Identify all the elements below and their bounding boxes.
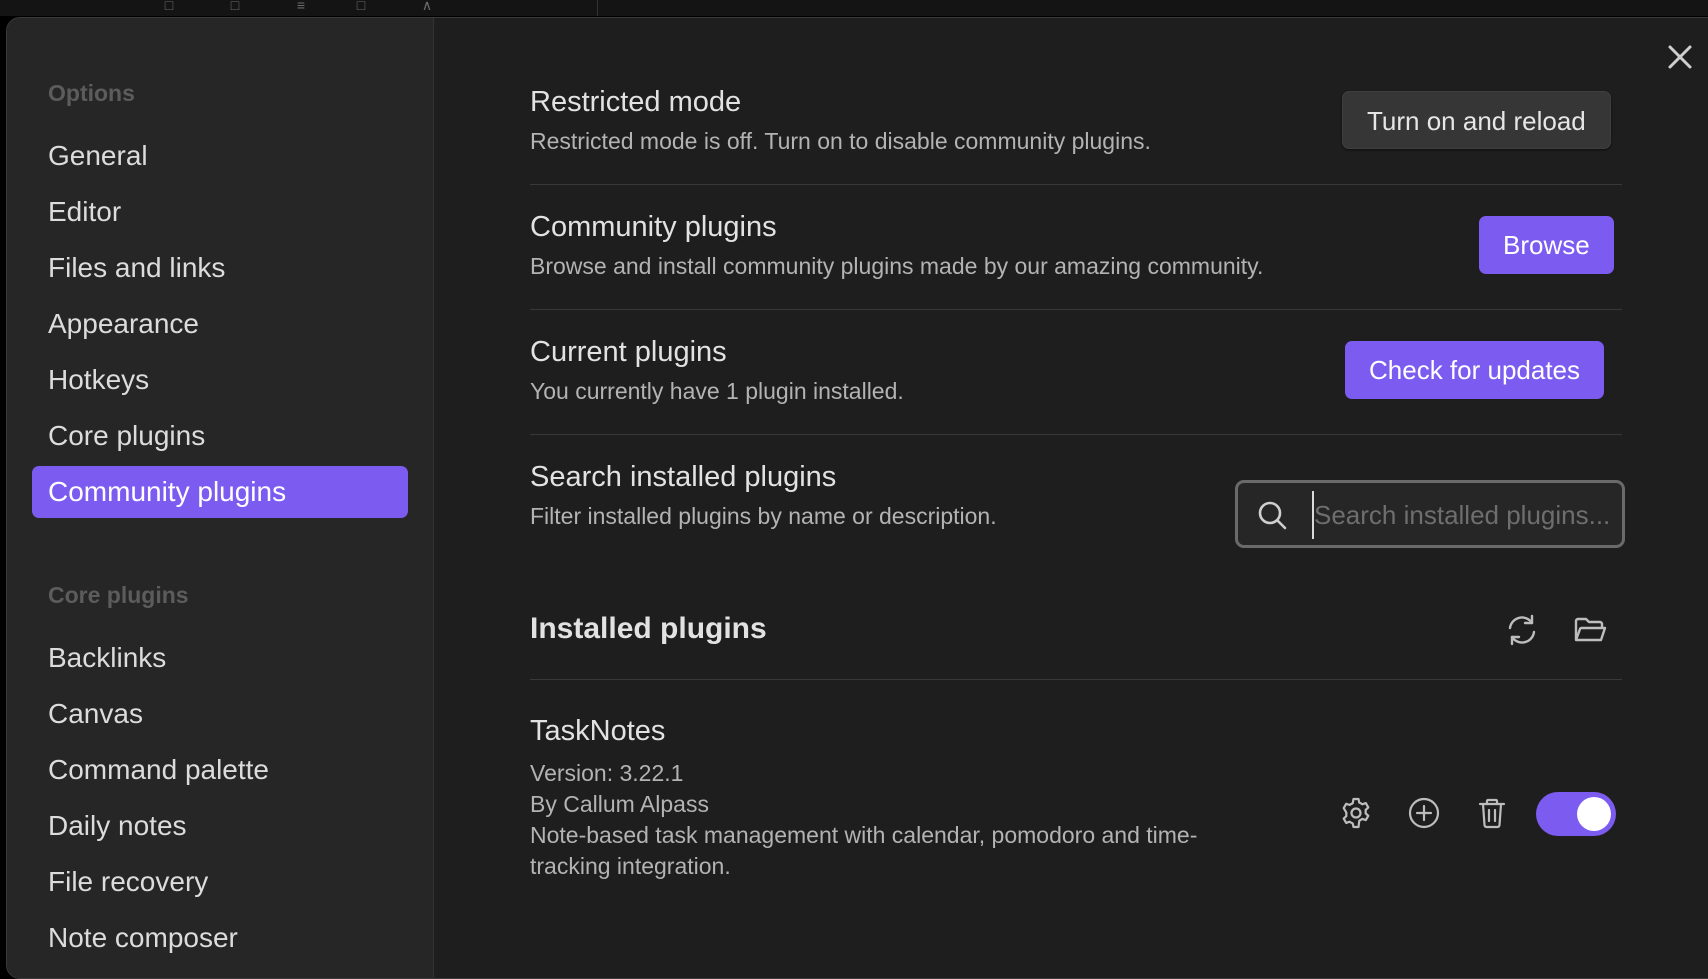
sidebar-item-files-and-links[interactable]: Files and links — [32, 242, 408, 294]
setting-name: Search installed plugins — [530, 461, 837, 493]
sidebar-item-command-palette[interactable]: Command palette — [32, 744, 408, 796]
list-icon[interactable]: ≡ — [288, 0, 314, 12]
setting-description: Restricted mode is off. Turn on to disab… — [530, 128, 1151, 154]
sidebar-item-general[interactable]: General — [32, 130, 408, 182]
sidebar-item-editor[interactable]: Editor — [32, 186, 408, 238]
upload-icon[interactable]: □ — [222, 0, 248, 12]
refresh-icon[interactable] — [1504, 612, 1540, 648]
plugin-name: TaskNotes — [530, 715, 666, 747]
sidebar-item-file-recovery[interactable]: File recovery — [32, 856, 408, 908]
setting-name: Community plugins — [530, 211, 777, 243]
search-icon — [1258, 501, 1287, 530]
divider — [530, 309, 1622, 310]
sidebar-item-canvas[interactable]: Canvas — [32, 688, 408, 740]
toggle-knob — [1577, 797, 1611, 831]
setting-description: Browse and install community plugins mad… — [530, 253, 1264, 279]
divider — [530, 679, 1622, 680]
search-field[interactable] — [1235, 480, 1625, 548]
app-toolbar: □ □ ≡ □ ∧ — [0, 0, 1708, 16]
browse-button[interactable]: Browse — [1479, 216, 1614, 274]
setting-description: Filter installed plugins by name or desc… — [530, 503, 997, 529]
sidebar-item-daily-notes[interactable]: Daily notes — [32, 800, 408, 852]
plugin-version: Version: 3.22.1 — [530, 760, 684, 786]
close-icon[interactable] — [1661, 38, 1699, 76]
gear-icon[interactable] — [1338, 795, 1374, 831]
settings-modal: Options General Editor Files and links A… — [6, 17, 1708, 979]
installed-plugins-heading: Installed plugins — [530, 612, 767, 645]
divider — [530, 434, 1622, 435]
setting-description: You currently have 1 plugin installed. — [530, 378, 904, 404]
add-circle-icon[interactable] — [1406, 795, 1442, 831]
sidebar-item-community-plugins[interactable]: Community plugins — [32, 466, 408, 518]
collapse-icon[interactable]: ∧ — [414, 0, 440, 12]
edit-icon[interactable]: □ — [156, 0, 182, 12]
sidebar-heading-options: Options — [48, 80, 135, 106]
sidebar-item-appearance[interactable]: Appearance — [32, 298, 408, 350]
trash-icon[interactable] — [1474, 795, 1510, 831]
divider — [530, 184, 1622, 185]
turn-on-and-reload-button[interactable]: Turn on and reload — [1342, 91, 1611, 149]
sidebar-item-note-composer[interactable]: Note composer — [32, 912, 408, 964]
plugin-description: Note-based task management with calendar… — [530, 822, 1198, 848]
sidebar-heading-core-plugins: Core plugins — [48, 582, 189, 608]
layout-icon[interactable]: □ — [348, 0, 374, 12]
setting-name: Current plugins — [530, 336, 727, 368]
folder-open-icon[interactable] — [1572, 612, 1608, 648]
sidebar-item-hotkeys[interactable]: Hotkeys — [32, 354, 408, 406]
sidebar-item-core-plugins[interactable]: Core plugins — [32, 410, 408, 462]
search-input[interactable] — [1312, 491, 1610, 539]
plugin-description-continued: tracking integration. — [530, 853, 731, 879]
plugin-author: By Callum Alpass — [530, 791, 709, 817]
check-for-updates-button[interactable]: Check for updates — [1345, 341, 1605, 399]
setting-name: Restricted mode — [530, 86, 742, 118]
settings-sidebar: Options General Editor Files and links A… — [7, 18, 434, 978]
toolbar-divider — [597, 0, 598, 16]
plugin-enable-toggle[interactable] — [1536, 792, 1616, 836]
sidebar-item-backlinks[interactable]: Backlinks — [32, 632, 408, 684]
